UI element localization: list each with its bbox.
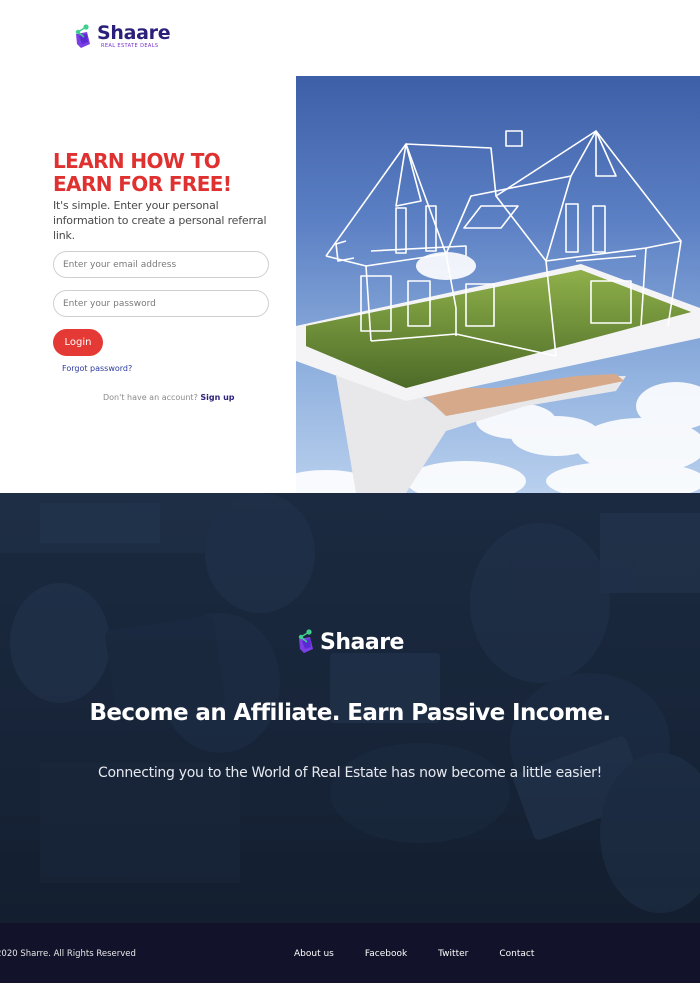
hero-house-image xyxy=(296,76,700,493)
login-subtext: It's simple. Enter your personal informa… xyxy=(53,199,267,242)
logo-mark-icon xyxy=(75,24,90,48)
footer-link-facebook[interactable]: Facebook xyxy=(365,949,407,959)
footer-nav: About us Facebook Twitter Contact xyxy=(294,949,565,959)
site-header: Shaare REAL ESTATE DEALS xyxy=(0,0,700,76)
footer-link-about[interactable]: About us xyxy=(294,949,334,959)
signup-link[interactable]: Sign up xyxy=(200,393,234,402)
footer-link-contact[interactable]: Contact xyxy=(499,949,534,959)
footer-link-twitter[interactable]: Twitter xyxy=(438,949,468,959)
affiliate-banner: Shaare Become an Affiliate. Earn Passive… xyxy=(0,493,700,923)
copyright-text: 2020 Sharre. All Rights Reserved xyxy=(0,949,136,959)
signup-prompt: Don't have an account? xyxy=(103,393,198,402)
banner-subtitle: Connecting you to the World of Real Esta… xyxy=(98,765,602,781)
logo-tagline: REAL ESTATE DEALS xyxy=(101,43,159,49)
banner-logo: Shaare xyxy=(297,629,404,655)
login-button[interactable]: Login xyxy=(53,329,103,356)
logo-wordmark: Shaare xyxy=(97,22,171,44)
banner-logo-mark-icon xyxy=(298,629,313,653)
login-headline: LEARN HOW TO EARN FOR FREE! xyxy=(53,150,273,196)
headline-line-2: EARN FOR FREE! xyxy=(53,172,232,196)
site-footer: 2020 Sharre. All Rights Reserved About u… xyxy=(0,923,700,983)
forgot-password-link[interactable]: Forgot password? xyxy=(62,364,132,373)
banner-logo-wordmark: Shaare xyxy=(320,629,404,655)
password-field[interactable] xyxy=(53,290,269,317)
banner-title: Become an Affiliate. Earn Passive Income… xyxy=(89,700,611,726)
site-logo[interactable]: Shaare REAL ESTATE DEALS xyxy=(74,22,171,50)
signup-row: Don't have an account? Sign up xyxy=(103,393,235,402)
login-panel: LEARN HOW TO EARN FOR FREE! It's simple.… xyxy=(0,76,296,493)
email-field[interactable] xyxy=(53,251,269,278)
house-illustration xyxy=(296,130,700,493)
headline-line-1: LEARN HOW TO xyxy=(53,149,221,173)
